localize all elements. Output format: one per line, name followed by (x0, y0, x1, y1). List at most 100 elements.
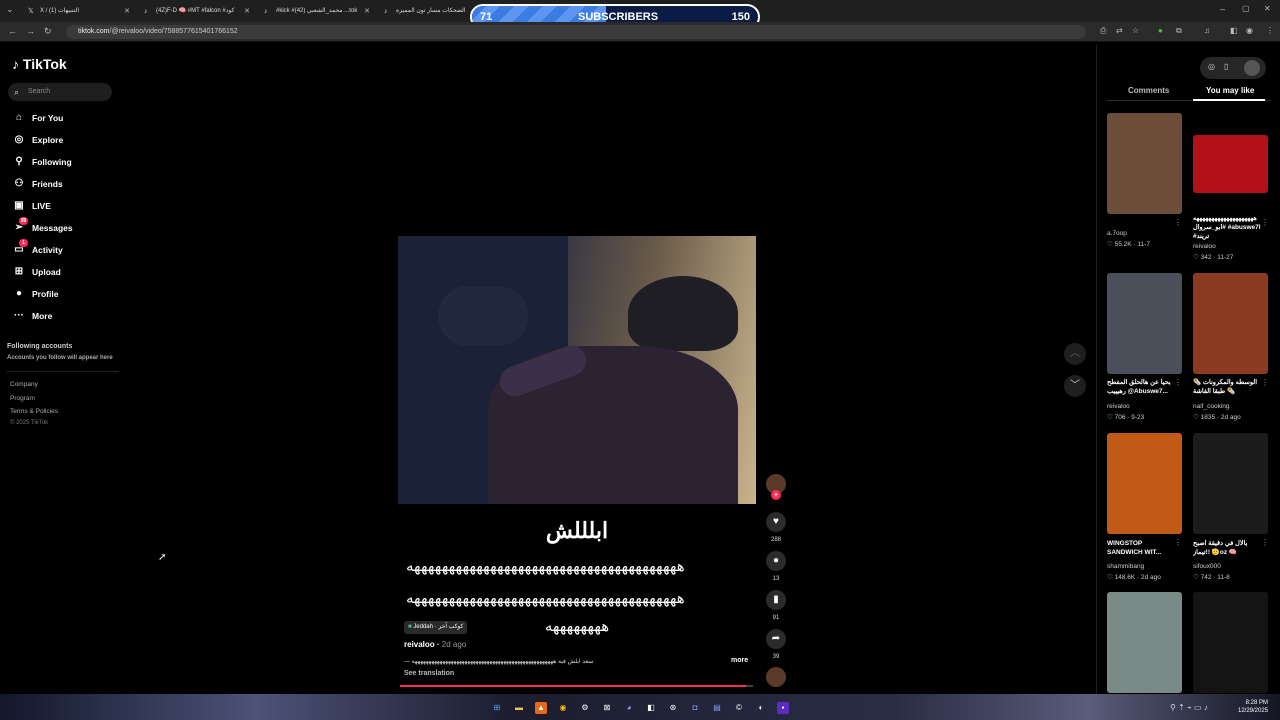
follow-plus-icon[interactable]: + (771, 490, 781, 500)
more-button[interactable]: more (731, 657, 748, 664)
user-avatar-icon[interactable] (1244, 60, 1260, 76)
card-title[interactable]: ههههههههههههههههههههه #ابو_سروال #abuswe… (1193, 214, 1261, 241)
file-explorer-icon[interactable]: ▬ (513, 702, 525, 714)
sidebar-item-activity[interactable]: ▭ 1 Activity (12, 239, 63, 258)
app-icon[interactable]: ◐ (755, 702, 767, 714)
footer-program[interactable]: Program (10, 395, 35, 402)
sidebar-item-explore[interactable]: ◎ Explore (12, 132, 64, 148)
compass-icon[interactable]: ◎ (1208, 62, 1215, 71)
recommended-video-thumbnail[interactable] (1107, 592, 1182, 693)
browser-tab-4[interactable]: ♪ الضحكات مسار تون المميزة (378, 3, 466, 20)
previous-video-button[interactable]: ︿ (1064, 343, 1086, 365)
card-username[interactable]: reivaloo (1193, 243, 1216, 250)
maximize-icon[interactable]: ▢ (1242, 4, 1250, 13)
app-icon[interactable]: ⊠ (601, 702, 613, 714)
card-menu-icon[interactable]: ⋮ (1261, 378, 1269, 387)
chrome-icon[interactable]: ◉ (557, 702, 569, 714)
video-progress-bar[interactable] (400, 685, 753, 687)
card-title[interactable]: بالال في دقيقة اصبح تيماز!! 🫡oz 🧠 (1193, 539, 1259, 557)
recommended-video-thumbnail[interactable] (1193, 273, 1268, 374)
app-icon[interactable]: © (733, 702, 745, 714)
profile-avatar-icon[interactable]: ◉ (1246, 26, 1253, 35)
app-icon[interactable]: ▤ (711, 702, 723, 714)
address-bar[interactable]: tiktok.com/@reivaloo/video/7588577615401… (66, 25, 1086, 39)
card-menu-icon[interactable]: ⋮ (1261, 538, 1269, 547)
settings-gear-icon[interactable]: ⚙ (579, 702, 591, 714)
back-icon[interactable]: ← (8, 26, 17, 36)
card-menu-icon[interactable]: ⋮ (1174, 378, 1182, 387)
app-icon[interactable]: ◘ (689, 702, 701, 714)
card-menu-icon[interactable]: ⋮ (1261, 218, 1269, 227)
tab-search-icon[interactable]: ⌄ (6, 4, 14, 15)
comment-button[interactable]: ● (766, 551, 786, 571)
recommended-video-thumbnail[interactable] (1193, 433, 1268, 534)
app-icon[interactable]: ● (777, 702, 789, 714)
start-icon[interactable]: ⊞ (491, 702, 503, 714)
footer-company[interactable]: Company (10, 381, 38, 388)
close-icon[interactable]: ✕ (364, 3, 370, 20)
browser-tab-1[interactable]: 𝕏 X / التنبيهات (1) ✕ (22, 3, 134, 20)
author-name[interactable]: reivaloo (404, 640, 435, 649)
minimize-icon[interactable]: – (1220, 4, 1225, 14)
sidebar-item-upload[interactable]: ⊞ Upload (12, 264, 61, 280)
card-username[interactable]: shammibang (1107, 563, 1144, 570)
recommended-video-thumbnail[interactable] (1107, 273, 1182, 374)
footer-terms[interactable]: Terms & Policies (10, 408, 58, 415)
sidebar-item-friends[interactable]: ⚇ Friends (12, 176, 63, 192)
tab-you-may-like[interactable]: You may like (1206, 86, 1254, 95)
card-username[interactable]: naif_cooking (1193, 403, 1230, 410)
close-icon[interactable]: ✕ (244, 3, 250, 20)
card-username[interactable]: reivaloo (1107, 403, 1130, 410)
sidebar-item-more[interactable]: ··· More (12, 308, 52, 324)
sidebar-item-messages[interactable]: ➢ 99 Messages (12, 217, 73, 236)
tab-comments[interactable]: Comments (1128, 86, 1169, 95)
save-button[interactable]: ▮ (766, 590, 786, 610)
browser-tab-3[interactable]: ♪ #kick #محمد_الشعبي (42) ...tok ✕ (258, 3, 374, 20)
install-icon[interactable]: ⎙ (1100, 26, 1106, 36)
recommended-video-thumbnail[interactable] (1193, 135, 1268, 193)
sidebar-item-for-you[interactable]: ⌂ For You (12, 110, 63, 126)
side-panel-icon[interactable]: ◧ (1230, 26, 1238, 35)
extension-icon[interactable]: ● (1158, 26, 1163, 35)
heart-outline-icon: ♡ (1193, 574, 1201, 581)
extensions-puzzle-icon[interactable]: ⧉ (1176, 26, 1182, 36)
video-author[interactable]: reivaloo · 2d ago (404, 640, 466, 649)
sound-disc-icon[interactable] (766, 667, 786, 687)
video-player[interactable] (398, 236, 756, 504)
recommended-video-thumbnail[interactable] (1107, 113, 1182, 214)
card-username[interactable]: sifoux000 (1193, 563, 1221, 570)
card-username[interactable]: a.7oop (1107, 230, 1127, 237)
phone-icon[interactable]: ▯ (1224, 62, 1228, 71)
recommended-video-thumbnail[interactable] (1193, 592, 1268, 693)
steam-icon[interactable]: ⊛ (667, 702, 679, 714)
card-title[interactable]: WINGSTOP SANDWICH WIT... (1107, 539, 1173, 557)
discord-icon[interactable]: ◕ (623, 702, 635, 714)
sidebar-item-profile[interactable]: ● Profile (12, 286, 58, 302)
reload-icon[interactable]: ↻ (44, 26, 52, 37)
next-video-button[interactable]: ﹀ (1064, 375, 1086, 397)
tiktok-logo[interactable]: ♪ TikTok (12, 56, 67, 72)
window-close-icon[interactable]: ✕ (1264, 4, 1271, 13)
browser-tab-2[interactable]: ♪ (4Z)F-D 🧠 #MT #falcon #كود ✕ (138, 3, 254, 20)
card-menu-icon[interactable]: ⋮ (1174, 538, 1182, 547)
search-input[interactable]: ⌕ Search (8, 83, 112, 101)
card-title[interactable]: الوسطه والمكرونات 🌯🌯 طبقا الفاشة الاسطور… (1193, 378, 1259, 396)
app-icon[interactable]: ◧ (645, 702, 657, 714)
tray-icons[interactable]: ⚲ ⇡ ⌁ ▭ ♪ (1170, 703, 1208, 712)
forward-icon[interactable]: → (26, 26, 35, 36)
see-translation-link[interactable]: See translation (404, 670, 454, 677)
sidebar-item-following[interactable]: ⚲ Following (12, 154, 71, 170)
sidebar-item-live[interactable]: ▣ LIVE (12, 198, 51, 214)
taskbar-clock[interactable]: 8:28 PM 12/29/2025 (1238, 699, 1268, 715)
media-icon[interactable]: ♫ (1204, 26, 1210, 35)
recommended-video-thumbnail[interactable] (1107, 433, 1182, 534)
share-button[interactable]: ➦ (766, 629, 786, 649)
bookmark-star-icon[interactable]: ☆ (1132, 26, 1139, 35)
like-button[interactable]: ♥ (766, 512, 786, 532)
translate-icon[interactable]: ⇄ (1116, 26, 1123, 35)
location-tag[interactable]: ■ Jeddah · كوكب آخر (404, 621, 468, 634)
menu-kebab-icon[interactable]: ⋮ (1266, 26, 1274, 35)
card-menu-icon[interactable]: ⋮ (1174, 218, 1182, 227)
app-icon[interactable]: ▲ (535, 702, 547, 714)
close-icon[interactable]: ✕ (124, 3, 130, 20)
